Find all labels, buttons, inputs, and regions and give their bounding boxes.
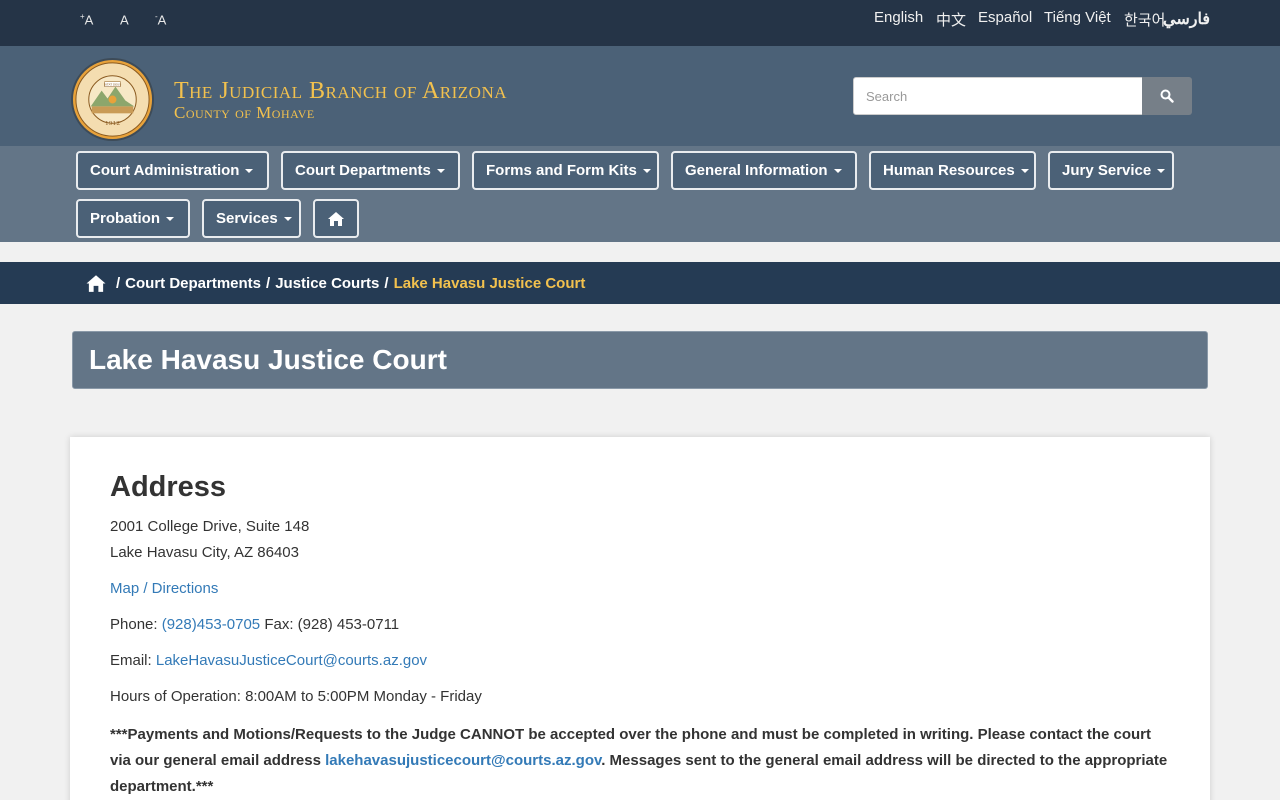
lang-farsi-link[interactable]: فارسي	[1163, 9, 1210, 29]
phone-line: Phone: (928)453-0705 Fax: (928) 453-0711	[110, 616, 399, 633]
nav-general-information[interactable]: General Information	[671, 151, 857, 190]
phone-link[interactable]: (928)453-0705	[162, 616, 260, 633]
breadcrumb: / Court Departments / Justice Courts / L…	[0, 262, 1280, 304]
address-line2: Lake Havasu City, AZ 86403	[110, 544, 299, 561]
caret-down-icon	[436, 168, 445, 173]
caret-down-icon	[833, 168, 842, 173]
hours-label: Hours of Operation:	[110, 688, 241, 705]
caret-down-icon	[642, 168, 651, 173]
home-icon[interactable]	[85, 274, 107, 293]
increase-font-button[interactable]: +A	[80, 12, 93, 27]
nav-probation[interactable]: Probation	[76, 199, 190, 238]
caret-down-icon	[245, 168, 254, 173]
caret-down-icon	[1020, 168, 1029, 173]
fax-label: Fax:	[264, 616, 294, 633]
site-header: 1912 DITAT DEUS The Judicial Branch of A…	[0, 46, 1280, 146]
breadcrumb-justice-courts[interactable]: Justice Courts	[275, 275, 379, 292]
caret-down-icon	[1157, 168, 1166, 173]
email-line: Email: LakeHavasuJusticeCourt@courts.az.…	[110, 652, 427, 669]
arizona-state-seal-icon[interactable]: 1912 DITAT DEUS	[70, 57, 155, 142]
page-title: Lake Havasu Justice Court	[89, 344, 447, 375]
reset-font-button[interactable]: A	[120, 12, 129, 27]
svg-text:1912: 1912	[105, 120, 120, 127]
breadcrumb-separator: /	[384, 274, 389, 292]
page-title-box: Lake Havasu Justice Court	[72, 331, 1208, 389]
content-card: Address 2001 College Drive, Suite 148 La…	[70, 437, 1210, 800]
nav-jury-service[interactable]: Jury Service	[1048, 151, 1174, 190]
nav-services[interactable]: Services	[202, 199, 301, 238]
email-link[interactable]: LakeHavasuJusticeCourt@courts.az.gov	[156, 652, 427, 669]
breadcrumb-separator: /	[266, 274, 271, 292]
nav-court-administration[interactable]: Court Administration	[76, 151, 269, 190]
lang-chinese-link[interactable]: 中文	[936, 9, 966, 30]
address-heading: Address	[110, 471, 227, 503]
email-label: Email:	[110, 652, 152, 669]
hours-value: 8:00AM to 5:00PM Monday - Friday	[245, 688, 482, 705]
lang-korean-link[interactable]: 한국어	[1124, 9, 1165, 30]
main-nav: Court Administration Court Departments F…	[0, 146, 1280, 242]
caret-down-icon	[166, 216, 174, 221]
address-line1: 2001 College Drive, Suite 148	[110, 518, 310, 535]
nav-home-button[interactable]	[313, 199, 359, 238]
map-directions-link[interactable]: Map / Directions	[110, 580, 218, 597]
search-button[interactable]	[1142, 77, 1192, 115]
lang-vietnamese-link[interactable]: Tiếng Việt	[1044, 9, 1111, 26]
lang-spanish-link[interactable]: Español	[978, 9, 1032, 26]
nav-human-resources[interactable]: Human Resources	[869, 151, 1036, 190]
breadcrumb-separator: /	[116, 274, 121, 292]
search-input[interactable]	[853, 77, 1143, 115]
notice-email-link[interactable]: lakehavasujusticecourt@courts.az.gov	[325, 752, 601, 769]
breadcrumb-court-departments[interactable]: Court Departments	[125, 275, 261, 292]
nav-forms-and-form-kits[interactable]: Forms and Form Kits	[472, 151, 659, 190]
fax-number: (928) 453-0711	[297, 616, 400, 633]
hours-line: Hours of Operation: 8:00AM to 5:00PM Mon…	[110, 688, 482, 705]
nav-court-departments[interactable]: Court Departments	[281, 151, 460, 190]
lang-english-link[interactable]: English	[874, 9, 923, 26]
decrease-font-button[interactable]: -A	[155, 12, 166, 27]
site-title[interactable]: The Judicial Branch of Arizona	[174, 78, 507, 105]
svg-text:DITAT DEUS: DITAT DEUS	[104, 83, 122, 87]
search-icon	[1160, 89, 1174, 103]
caret-down-icon	[283, 216, 292, 221]
phone-label: Phone:	[110, 616, 158, 633]
notice-text: ***Payments and Motions/Requests to the …	[110, 726, 1168, 795]
site-subtitle: County of Mohave	[174, 103, 315, 122]
home-icon	[328, 211, 344, 226]
utility-bar: +A A -A English 中文 Español Tiếng Việt 한국…	[0, 0, 1280, 46]
breadcrumb-current: Lake Havasu Justice Court	[393, 274, 586, 292]
